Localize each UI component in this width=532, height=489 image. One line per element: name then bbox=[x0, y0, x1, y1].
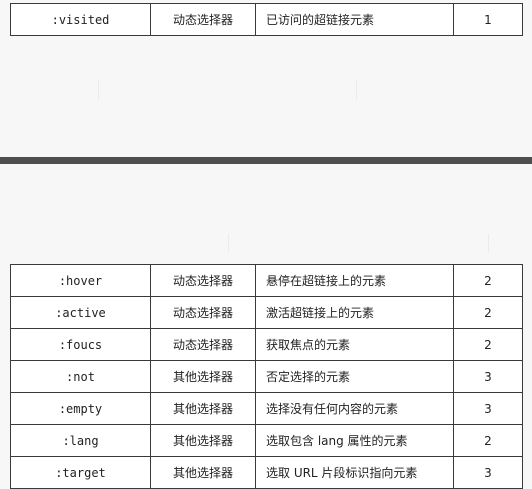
selector-type: 动态选择器 bbox=[150, 328, 256, 361]
selector-name: :target bbox=[10, 456, 151, 489]
table-row: :target 其他选择器 选取 URL 片段标识指向元素 3 bbox=[10, 456, 523, 489]
selector-name: :active bbox=[10, 296, 151, 329]
selector-description: 激活超链接上的元素 bbox=[255, 296, 454, 329]
css-version: 3 bbox=[453, 360, 523, 393]
selector-description: 选择没有任何内容的元素 bbox=[255, 392, 454, 425]
selector-type: 其他选择器 bbox=[150, 424, 256, 457]
selector-name: :foucs bbox=[10, 328, 151, 361]
selector-type: 其他选择器 bbox=[150, 392, 256, 425]
document-page-top: :visited 动态选择器 已访问的超链接元素 1 bbox=[0, 0, 532, 157]
css-version: 2 bbox=[453, 424, 523, 457]
selector-type: 动态选择器 bbox=[150, 3, 256, 36]
selector-type: 其他选择器 bbox=[150, 456, 256, 489]
table-row: :not 其他选择器 否定选择的元素 3 bbox=[10, 360, 523, 393]
selector-description: 获取焦点的元素 bbox=[255, 328, 454, 361]
scan-artifact bbox=[98, 80, 99, 100]
selector-type: 其他选择器 bbox=[150, 360, 256, 393]
scan-artifact bbox=[488, 234, 489, 252]
selector-name: :hover bbox=[10, 264, 151, 297]
selector-description: 已访问的超链接元素 bbox=[255, 3, 454, 36]
selector-name: :empty bbox=[10, 392, 151, 425]
selector-description: 选取包含 lang 属性的元素 bbox=[255, 424, 454, 457]
selector-description: 否定选择的元素 bbox=[255, 360, 454, 393]
table-row: :hover 动态选择器 悬停在超链接上的元素 2 bbox=[10, 264, 523, 297]
css-version: 2 bbox=[453, 264, 523, 297]
selector-table-bottom: :hover 动态选择器 悬停在超链接上的元素 2 :active 动态选择器 … bbox=[10, 264, 523, 489]
selector-name: :lang bbox=[10, 424, 151, 457]
scan-artifact bbox=[356, 80, 357, 100]
css-version: 3 bbox=[453, 392, 523, 425]
selector-table-top: :visited 动态选择器 已访问的超链接元素 1 bbox=[10, 3, 523, 36]
css-version: 1 bbox=[453, 3, 523, 36]
table-row: :foucs 动态选择器 获取焦点的元素 2 bbox=[10, 328, 523, 361]
page-divider bbox=[0, 157, 532, 164]
css-version: 2 bbox=[453, 328, 523, 361]
table-row: :lang 其他选择器 选取包含 lang 属性的元素 2 bbox=[10, 424, 523, 457]
table-row: :visited 动态选择器 已访问的超链接元素 1 bbox=[10, 3, 523, 36]
selector-description: 悬停在超链接上的元素 bbox=[255, 264, 454, 297]
selector-type: 动态选择器 bbox=[150, 264, 256, 297]
selector-type: 动态选择器 bbox=[150, 296, 256, 329]
css-version: 3 bbox=[453, 456, 523, 489]
selector-name: :not bbox=[10, 360, 151, 393]
css-version: 2 bbox=[453, 296, 523, 329]
selector-description: 选取 URL 片段标识指向元素 bbox=[255, 456, 454, 489]
scan-artifact bbox=[228, 234, 229, 252]
table-row: :empty 其他选择器 选择没有任何内容的元素 3 bbox=[10, 392, 523, 425]
selector-name: :visited bbox=[10, 3, 151, 36]
table-row: :active 动态选择器 激活超链接上的元素 2 bbox=[10, 296, 523, 329]
